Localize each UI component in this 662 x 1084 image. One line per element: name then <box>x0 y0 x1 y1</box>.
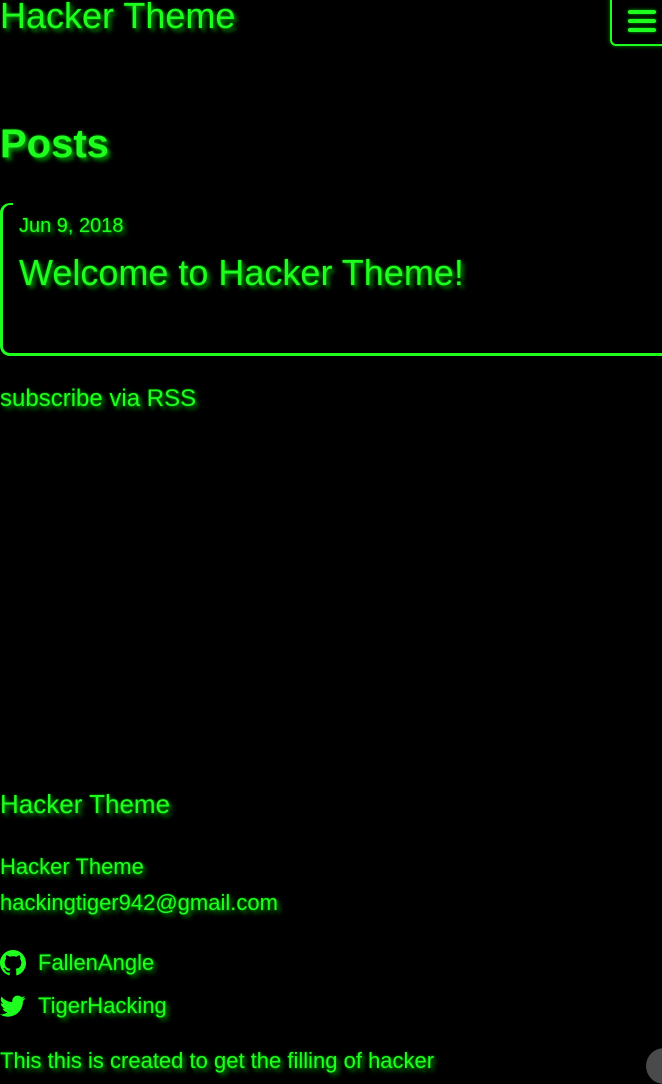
github-username: FallenAngle <box>38 950 155 975</box>
menu-toggle-button[interactable] <box>610 0 662 46</box>
post-title-link[interactable]: Welcome to Hacker Theme! <box>19 251 464 295</box>
site-title-link[interactable]: Hacker Theme <box>0 0 235 38</box>
rss-subscribe-link[interactable]: subscribe via RSS <box>0 383 196 415</box>
hamburger-menu-icon <box>628 10 656 32</box>
twitter-icon <box>0 995 26 1017</box>
post-card: Jun 9, 2018 Welcome to Hacker Theme! <box>0 203 662 356</box>
twitter-username: TigerHacking <box>38 993 167 1018</box>
github-icon <box>0 950 26 976</box>
scroll-to-top-button[interactable] <box>646 1048 662 1084</box>
post-date: Jun 9, 2018 <box>19 215 124 237</box>
footer-description: This this is created to get the filling … <box>0 1048 435 1073</box>
page-heading: Posts <box>0 122 109 166</box>
footer-site-name: Hacker Theme <box>0 854 144 879</box>
footer-heading: Hacker Theme <box>0 789 171 819</box>
footer-email-link[interactable]: hackingtiger942@gmail.com <box>0 888 278 918</box>
